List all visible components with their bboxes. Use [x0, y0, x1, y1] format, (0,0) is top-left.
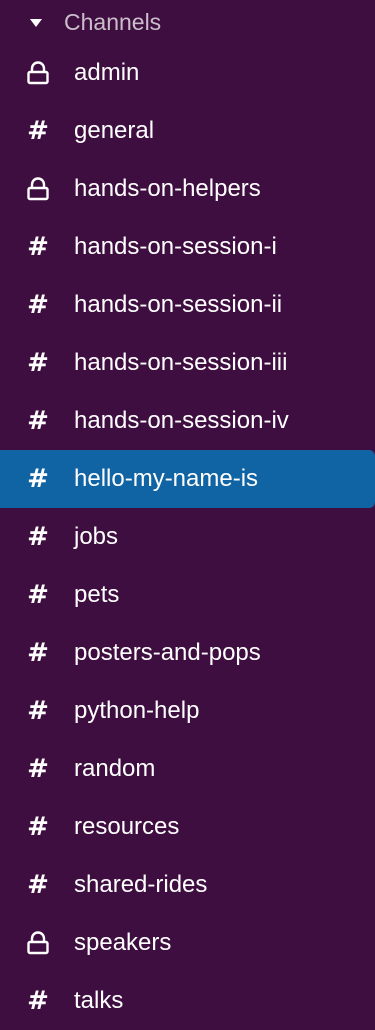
- channel-label: hello-my-name-is: [74, 465, 259, 492]
- channel-item-general[interactable]: # general: [0, 102, 375, 160]
- channel-label: shared-rides: [74, 871, 208, 898]
- channel-label: hands-on-session-iii: [74, 349, 288, 376]
- hash-icon: #: [27, 638, 49, 668]
- channel-label: general: [74, 117, 155, 144]
- channel-item-shared-rides[interactable]: # shared-rides: [0, 856, 375, 914]
- lock-icon: [24, 929, 52, 957]
- channel-item-hello-my-name-is[interactable]: # hello-my-name-is: [0, 450, 375, 508]
- hash-icon: #: [27, 290, 49, 320]
- channel-item-speakers[interactable]: speakers: [0, 914, 375, 972]
- channel-label: hands-on-session-iv: [74, 407, 289, 434]
- hash-icon: #: [27, 812, 49, 842]
- channel-item-posters-and-pops[interactable]: # posters-and-pops: [0, 624, 375, 682]
- lock-icon: [24, 175, 52, 203]
- channel-item-jobs[interactable]: # jobs: [0, 508, 375, 566]
- lock-icon: [24, 59, 52, 87]
- channel-label: posters-and-pops: [74, 639, 261, 666]
- channel-item-hands-on-helpers[interactable]: hands-on-helpers: [0, 160, 375, 218]
- hash-icon: #: [27, 522, 49, 552]
- hash-icon: #: [27, 464, 49, 494]
- channel-label: hands-on-helpers: [74, 175, 261, 202]
- channel-item-talks[interactable]: # talks: [0, 972, 375, 1030]
- channel-label: python-help: [74, 697, 200, 724]
- channel-label: resources: [74, 813, 180, 840]
- channel-item-python-help[interactable]: # python-help: [0, 682, 375, 740]
- hash-icon: #: [27, 232, 49, 262]
- hash-icon: #: [27, 754, 49, 784]
- channel-item-hands-on-session-iv[interactable]: # hands-on-session-iv: [0, 392, 375, 450]
- channel-item-admin[interactable]: admin: [0, 44, 375, 102]
- channel-item-resources[interactable]: # resources: [0, 798, 375, 856]
- channel-sidebar: Channels admin # general hands-on-helpers # h…: [0, 0, 375, 1014]
- hash-icon: #: [27, 870, 49, 900]
- hash-icon: #: [27, 406, 49, 436]
- hash-icon: #: [27, 580, 49, 610]
- channel-item-hands-on-session-iii[interactable]: # hands-on-session-iii: [0, 334, 375, 392]
- channel-label: hands-on-session-i: [74, 233, 277, 260]
- channel-list: admin # general hands-on-helpers # hands-on-s…: [0, 44, 375, 1030]
- channels-section-header[interactable]: Channels: [0, 0, 375, 44]
- channel-item-hands-on-session-i[interactable]: # hands-on-session-i: [0, 218, 375, 276]
- channel-label: speakers: [74, 929, 172, 956]
- channel-label: admin: [74, 59, 140, 86]
- hash-icon: #: [27, 696, 49, 726]
- channel-label: pets: [74, 581, 120, 608]
- channel-label: hands-on-session-ii: [74, 291, 283, 318]
- channel-item-random[interactable]: # random: [0, 740, 375, 798]
- channel-label: random: [74, 755, 156, 782]
- channel-item-hands-on-session-ii[interactable]: # hands-on-session-ii: [0, 276, 375, 334]
- hash-icon: #: [27, 348, 49, 378]
- channel-label: jobs: [74, 523, 119, 550]
- channels-section-title: Channels: [64, 8, 162, 35]
- caret-down-icon[interactable]: [30, 19, 42, 27]
- channel-item-pets[interactable]: # pets: [0, 566, 375, 624]
- hash-icon: #: [27, 116, 49, 146]
